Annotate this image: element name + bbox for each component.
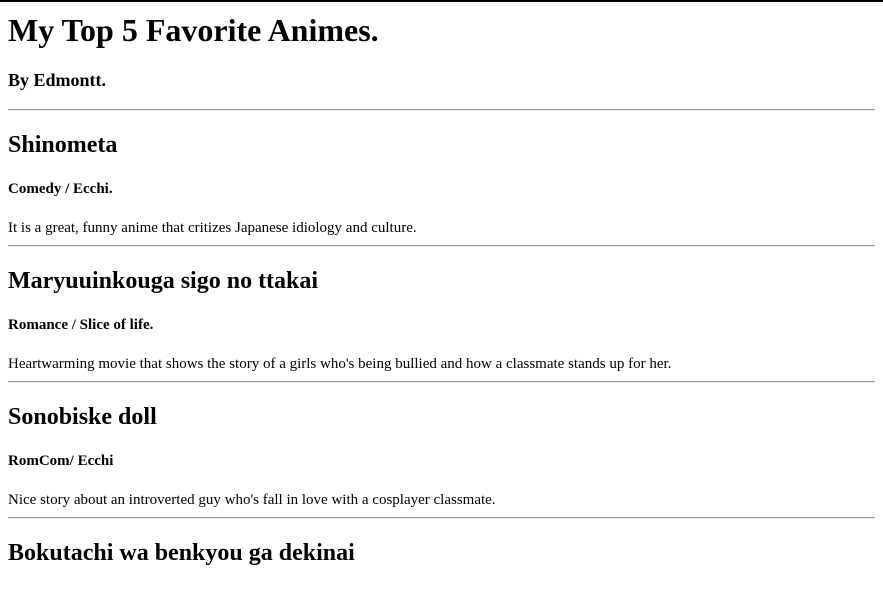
divider	[8, 517, 875, 519]
anime-genre: Comedy / Ecchi.	[8, 181, 113, 197]
anime-title: Sonobiske doll	[8, 404, 157, 430]
anime-title: Shinometa	[8, 132, 118, 158]
anime-entry-1: Shinometa Comedy / Ecchi. It is a great,…	[8, 131, 875, 247]
anime-description: Heartwarming movie that shows the story …	[8, 356, 672, 372]
divider	[8, 245, 875, 247]
anime-title: Bokutachi wa benkyou ga dekinai	[8, 540, 355, 566]
anime-genre: RomCom/ Ecchi	[8, 453, 114, 469]
page: My Top 5 Favorite Animes. By Edmontt. Sh…	[0, 0, 883, 592]
divider	[8, 381, 875, 383]
page-title: My Top 5 Favorite Animes.	[8, 12, 379, 48]
anime-entry-4: Bokutachi wa benkyou ga dekinai	[8, 539, 875, 567]
anime-entry-3: Sonobiske doll RomCom/ Ecchi Nice story …	[8, 403, 875, 519]
anime-description: It is a great, funny anime that critizes…	[8, 220, 417, 236]
anime-genre: Romance / Slice of life.	[8, 317, 154, 333]
anime-title: Maryuuinkouga sigo no ttakai	[8, 268, 319, 294]
anime-entry-2: Maryuuinkouga sigo no ttakai Romance / S…	[8, 267, 875, 383]
divider	[8, 109, 875, 111]
anime-description: Nice story about an introverted guy who'…	[8, 492, 496, 508]
author-byline: By Edmontt.	[8, 70, 107, 90]
